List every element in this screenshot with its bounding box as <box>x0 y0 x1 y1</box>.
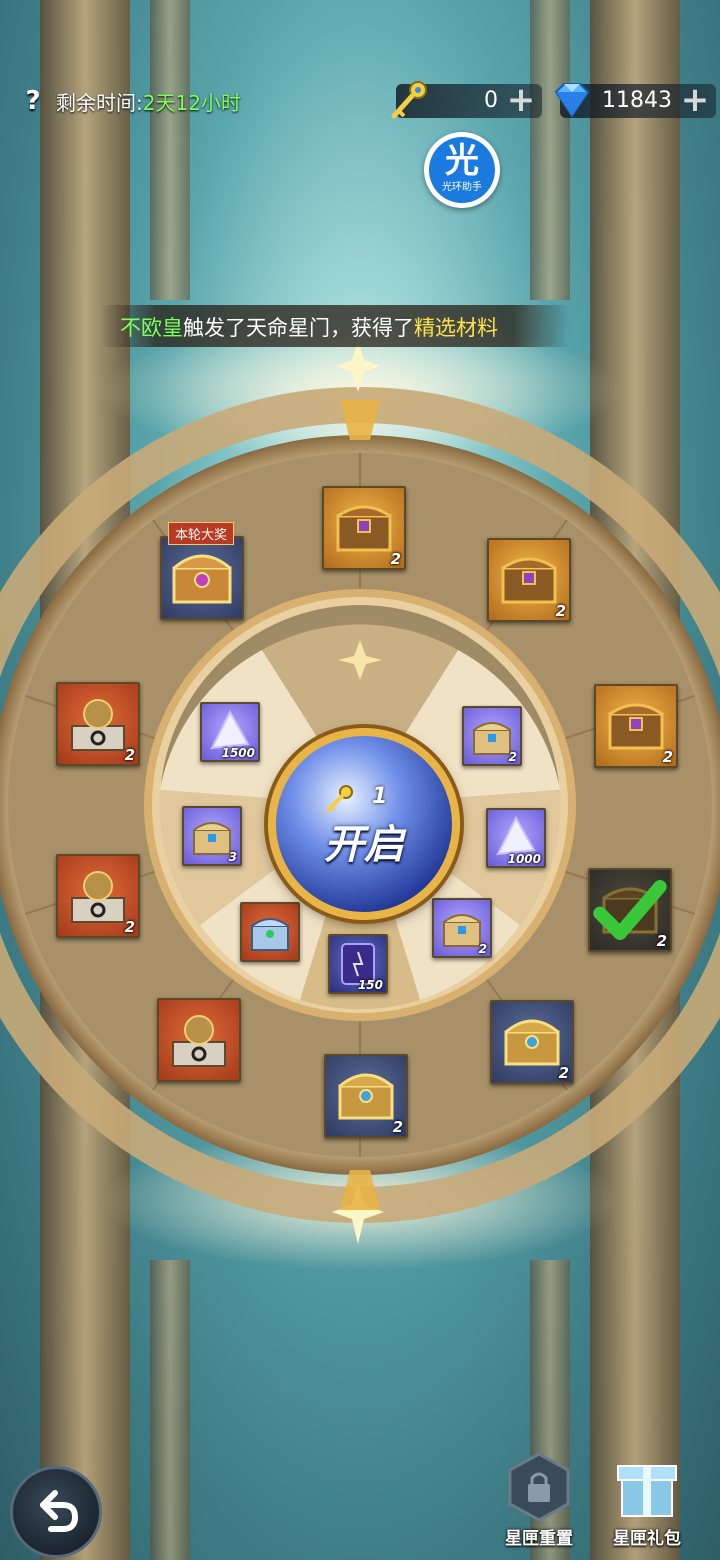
crystal-ball-icon <box>172 1015 226 1067</box>
slot-count: 1000 <box>507 852 541 866</box>
key-icon <box>326 785 353 812</box>
diamond-icon <box>554 83 590 118</box>
timer-value: 2天12小时 <box>142 91 241 115</box>
slot-count: 3 <box>228 850 237 864</box>
add-gems-button[interactable]: + <box>680 83 710 117</box>
open-cost: 1 <box>372 784 388 809</box>
slot-count: 2 <box>558 1064 569 1082</box>
gem-currency: 11843 + <box>554 83 716 118</box>
slot-count: 150 <box>357 978 383 992</box>
reward-name: 精选材料 <box>414 316 498 340</box>
lock-icon <box>508 1452 570 1522</box>
slot-count: 2 <box>662 748 673 766</box>
blue-chest-icon <box>251 918 289 951</box>
outer-slot-chest-gold[interactable]: 2 <box>487 538 571 622</box>
outer-slot-chest-gold[interactable]: 2 <box>322 486 406 570</box>
slot-count: 2 <box>124 746 135 764</box>
slot-count: 2 <box>478 942 487 956</box>
inner-slot-crystal-shard[interactable]: 1500 <box>200 702 260 762</box>
assistant-button[interactable]: 光 光环助手 <box>424 132 500 208</box>
key-currency: 0 + <box>391 81 542 119</box>
star-box-reset-button[interactable]: 星匣重置 <box>494 1452 584 1552</box>
slot-count: 2 <box>508 750 517 764</box>
outer-slot-chest-gold[interactable]: 2 <box>594 684 678 768</box>
open-button[interactable]: 1 开启 <box>268 728 460 920</box>
back-arrow-icon <box>40 1490 79 1532</box>
outer-slot-grand-prize[interactable]: 本轮大奖 <box>160 522 244 620</box>
outer-slot-crystal-ball[interactable] <box>157 998 241 1082</box>
gift-box-icon <box>617 1465 677 1517</box>
assistant-logo: 光 光环助手 <box>429 137 495 203</box>
slot-count: 2 <box>392 1118 403 1136</box>
assistant-label: 光环助手 <box>442 182 482 193</box>
inner-slot-blue-chest[interactable]: 2 <box>432 898 492 958</box>
grand-chest-icon <box>172 554 232 604</box>
broadcast-middle: 触发了天命星门，获得了 <box>183 316 414 340</box>
gift-label: 星匣礼包 <box>613 1529 681 1549</box>
inner-slot-blue-chest-orange[interactable] <box>240 902 300 962</box>
reset-label: 星匣重置 <box>505 1529 573 1549</box>
inner-slot-blue-chest[interactable]: 2 <box>462 706 522 766</box>
assistant-char: 光 <box>445 141 479 181</box>
slot-count: 2 <box>555 602 566 620</box>
remaining-time: 剩余时间:2天12小时 <box>56 87 241 116</box>
inner-slot-blue-chest[interactable]: 3 <box>182 806 242 866</box>
gem-count: 11843 <box>602 88 672 113</box>
broadcast-text: 不欧皇触发了天命星门，获得了精选材料 <box>120 312 498 342</box>
outer-slot-chest-ornate[interactable]: 2 <box>490 1000 574 1084</box>
inner-slot-scroll[interactable]: 150 <box>328 934 388 994</box>
slot-count: 2 <box>656 932 667 950</box>
inner-slot-crystal-shard[interactable]: 1000 <box>486 808 546 868</box>
top-bar: ? 剩余时间:2天12小时 0 + 11843 + <box>0 78 720 124</box>
key-count: 0 <box>484 88 498 113</box>
outer-slot-crystal-ball[interactable]: 2 <box>56 854 140 938</box>
star-box-gift-button[interactable]: 星匣礼包 <box>602 1452 692 1552</box>
add-keys-button[interactable]: + <box>506 83 536 117</box>
open-label: 开启 <box>324 822 404 868</box>
back-button[interactable] <box>10 1466 102 1558</box>
question-mark-icon[interactable]: ? <box>18 86 48 116</box>
outer-slot-chest-ornate[interactable]: 2 <box>324 1054 408 1138</box>
slot-count: 2 <box>390 550 401 568</box>
grand-prize-badge: 本轮大奖 <box>168 522 235 545</box>
outer-slot-crystal-ball[interactable]: 2 <box>56 682 140 766</box>
player-name: 不欧皇 <box>120 316 183 340</box>
outer-slot-chest-claimed[interactable]: 2 <box>588 868 672 952</box>
broadcast-marquee: 不欧皇触发了天命星门，获得了精选材料 <box>100 305 570 347</box>
slot-count: 1500 <box>221 746 255 760</box>
slot-count: 2 <box>124 918 135 936</box>
key-icon <box>391 81 427 119</box>
timer-label: 剩余时间: <box>56 91 143 115</box>
